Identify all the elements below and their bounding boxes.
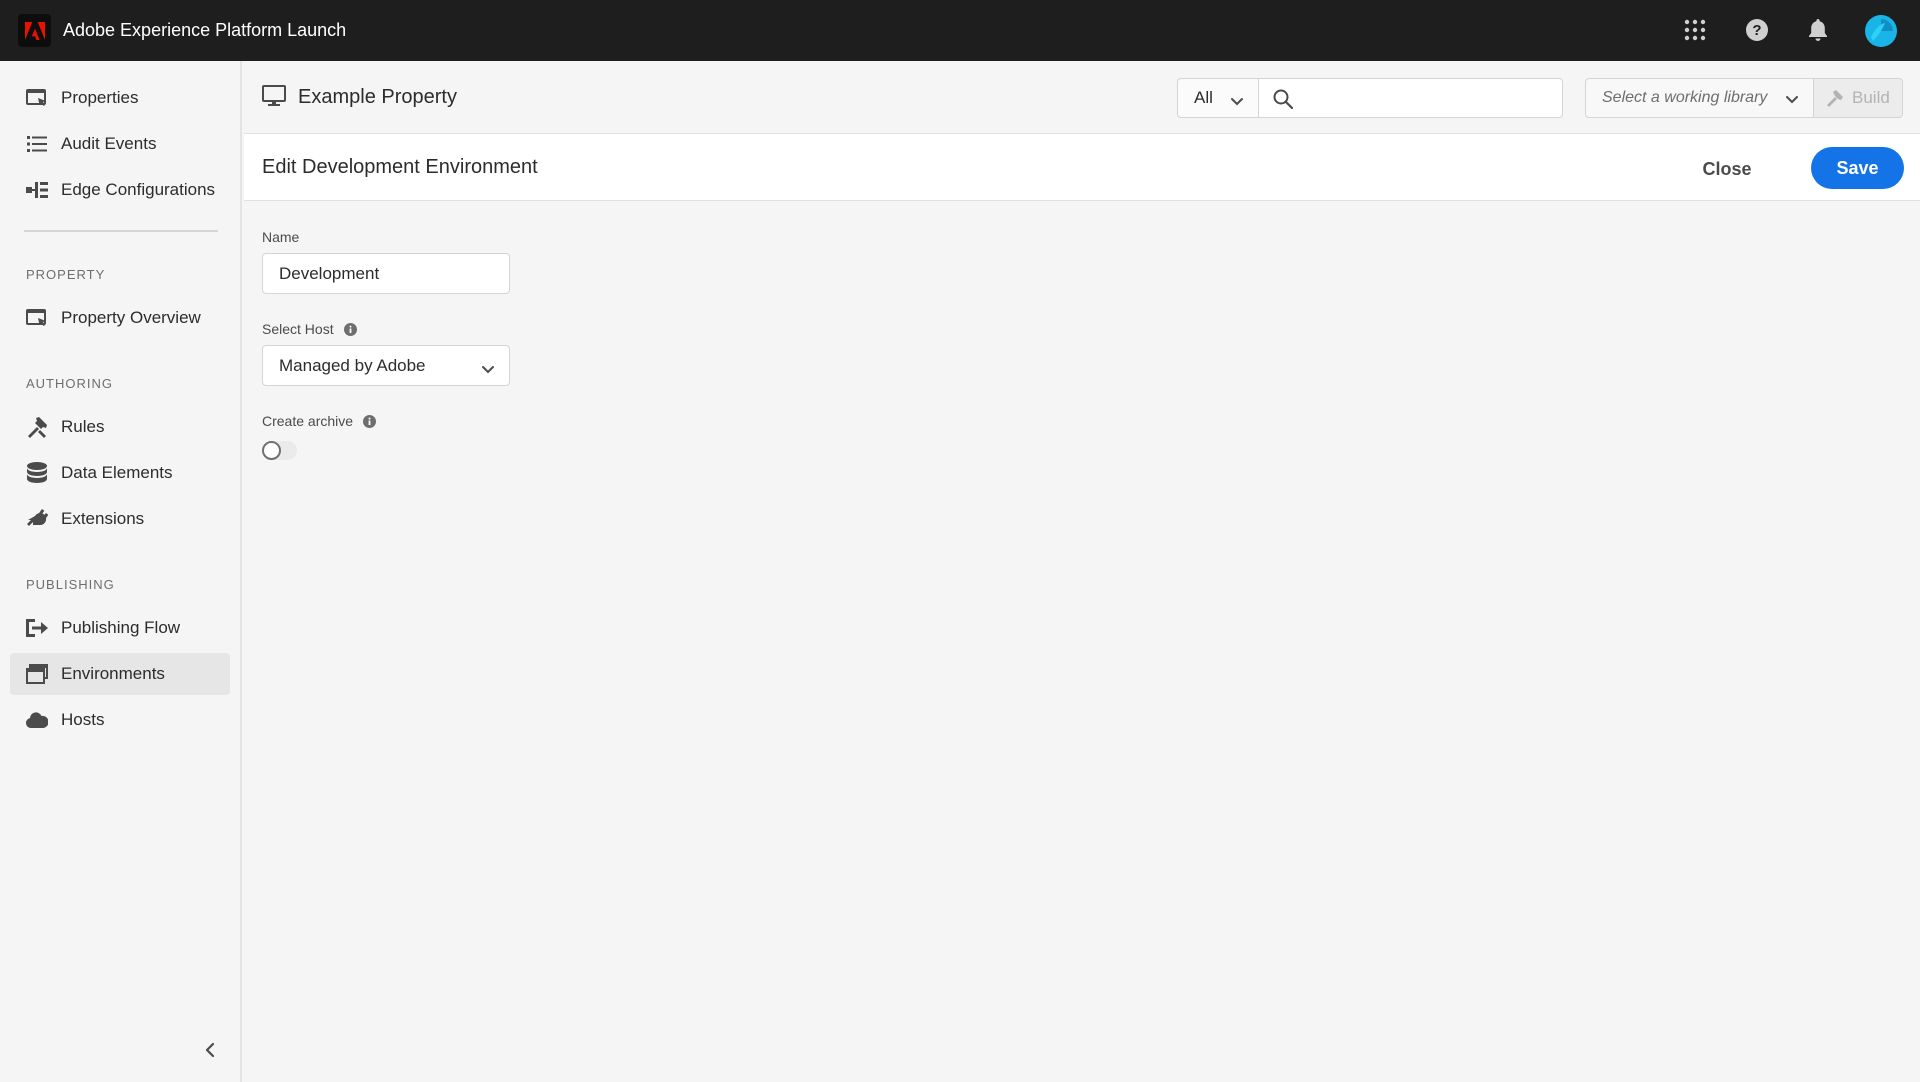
name-field-label: Name [262,229,299,245]
host-field-label: Select Host [262,321,357,337]
chevron-down-icon [481,360,495,380]
section-header-publishing: PUBLISHING [26,577,115,592]
edge-config-icon [25,178,49,202]
sidebar-item-hosts[interactable]: Hosts [10,699,230,741]
working-library-select[interactable]: Select a working library [1585,78,1813,118]
help-icon[interactable]: ? [1742,15,1772,45]
build-button[interactable]: Build [1813,78,1903,118]
user-avatar[interactable] [1865,15,1897,47]
cloud-icon [25,708,49,732]
rules-icon [25,415,49,439]
monitor-icon [262,85,286,112]
property-name: Example Property [298,86,457,108]
sidebar-item-label: Data Elements [61,463,173,482]
info-icon[interactable] [343,322,357,336]
chevron-down-icon [1230,92,1244,112]
apps-grid-icon[interactable] [1680,15,1710,45]
sidebar-item-extensions[interactable]: Extensions [10,498,230,540]
sidebar-item-edge-configurations[interactable]: Edge Configurations [10,169,230,211]
sidebar-nav: Properties Audit Events Edge Configurati… [0,61,242,1082]
notifications-bell-icon[interactable] [1803,15,1833,45]
collapse-sidebar-chevron-left-icon[interactable] [198,1038,222,1062]
sidebar-item-rules[interactable]: Rules [10,406,230,448]
page-title: Edit Development Environment [262,156,538,178]
build-button-label: Build [1852,88,1890,107]
sidebar-item-label: Rules [61,417,105,436]
search-scope-value: All [1194,88,1213,107]
sidebar-item-label: Property Overview [61,308,201,327]
sidebar-item-label: Properties [61,88,139,107]
host-label-text: Select Host [262,321,334,337]
working-library-placeholder: Select a working library [1602,89,1768,106]
plug-icon [25,507,49,531]
sidebar-divider [24,230,218,232]
info-icon[interactable] [363,414,377,428]
search-icon [1273,89,1294,114]
sidebar-item-label: Environments [61,664,165,683]
app-title: Adobe Experience Platform Launch [63,20,347,40]
sidebar-item-label: Publishing Flow [61,618,181,637]
properties-icon [25,306,49,330]
name-field[interactable] [262,253,510,294]
host-select[interactable]: Managed by Adobe [262,345,510,386]
sidebar-item-publishing-flow[interactable]: Publishing Flow [10,607,230,649]
edit-toolbar: Edit Development Environment Close Save [244,134,1920,201]
svg-text:?: ? [1752,22,1761,39]
publishing-flow-icon [25,616,49,640]
properties-icon [25,86,49,110]
sidebar-item-label: Hosts [61,710,105,729]
archive-field-label: Create archive [262,413,377,429]
close-button[interactable]: Close [1692,150,1762,188]
sidebar-item-properties[interactable]: Properties [10,77,230,119]
environments-icon [25,662,49,686]
create-archive-toggle[interactable] [262,441,297,460]
list-icon [25,132,49,156]
archive-label-text: Create archive [262,413,354,429]
top-bar: Adobe Experience Platform Launch ? [0,0,1920,61]
database-icon [25,461,49,485]
sidebar-item-label: Edge Configurations [61,180,216,199]
adobe-logo-icon[interactable] [18,14,51,47]
section-header-property: PROPERTY [26,267,106,282]
property-header: Example Property All Select a working li… [244,61,1920,134]
section-header-authoring: AUTHORING [26,376,113,391]
host-select-value: Managed by Adobe [279,355,426,375]
toggle-knob [262,441,281,460]
search-input[interactable] [1305,85,1555,111]
save-button[interactable]: Save [1811,147,1904,189]
sidebar-item-audit-events[interactable]: Audit Events [10,123,230,165]
sidebar-item-label: Audit Events [61,134,157,153]
sidebar-item-data-elements[interactable]: Data Elements [10,452,230,494]
search-scope-select[interactable]: All [1177,78,1258,118]
sidebar-item-label: Extensions [61,509,145,528]
chevron-down-icon [1785,92,1799,110]
search-box [1258,78,1563,118]
sidebar-item-property-overview[interactable]: Property Overview [10,297,230,339]
sidebar-item-environments[interactable]: Environments [10,653,230,695]
name-label-text: Name [262,229,300,245]
hammer-icon [1826,89,1844,107]
